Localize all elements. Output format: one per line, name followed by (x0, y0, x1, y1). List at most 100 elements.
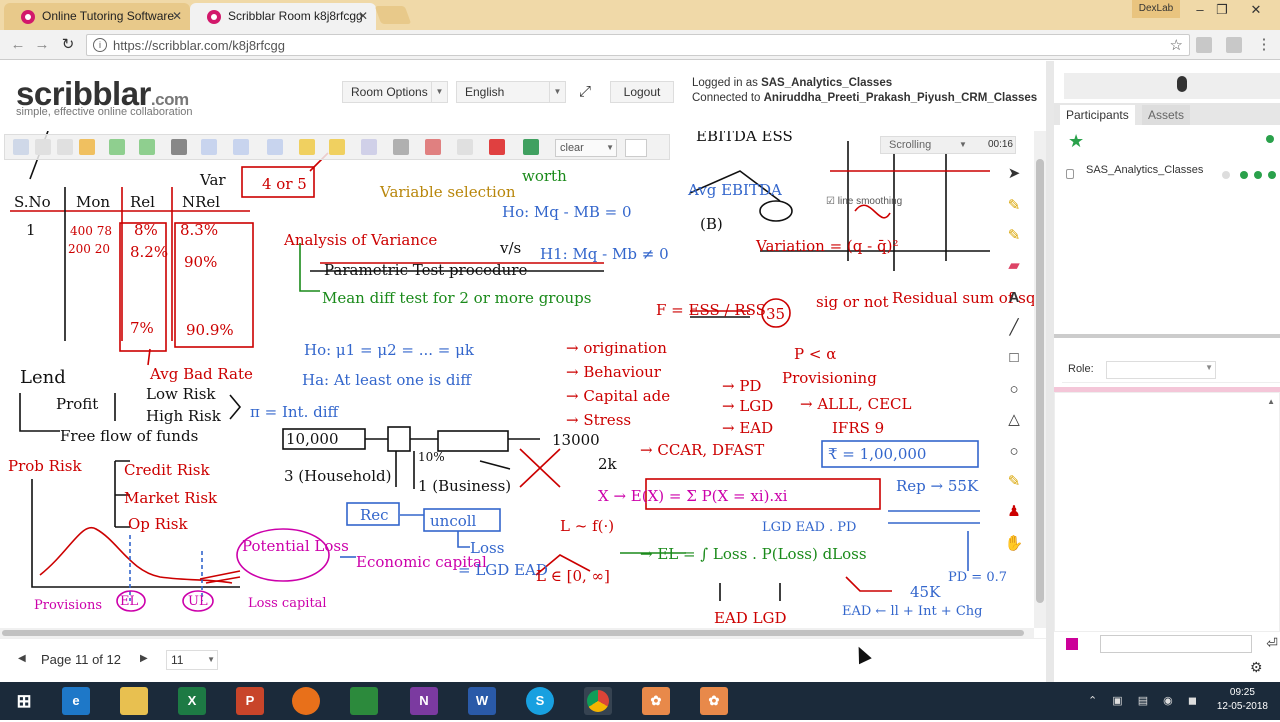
wb-market-risk: Market Risk (124, 489, 218, 507)
excel-icon[interactable]: X (178, 687, 206, 715)
line-smoothing-toggle[interactable]: ☑ line smoothing (826, 196, 902, 207)
panel-resize-handle[interactable] (1054, 334, 1280, 338)
gear-icon[interactable]: ⚙ (1250, 659, 1263, 676)
insert-image-icon[interactable] (267, 139, 283, 155)
role-row: Role: ▼ (1062, 359, 1280, 383)
previous-icon[interactable] (233, 139, 249, 155)
next-page-icon[interactable]: ▶ (140, 653, 148, 664)
word-icon[interactable]: W (468, 687, 496, 715)
document-icon[interactable] (361, 139, 377, 155)
clock[interactable]: 09:25 12-05-2018 (1217, 686, 1268, 714)
send-icon[interactable]: ⏎ (1266, 635, 1278, 652)
tab-assets[interactable]: Assets (1142, 105, 1191, 125)
reload-icon[interactable]: ↻ (58, 36, 78, 54)
canvas-vertical-scrollbar[interactable] (1034, 131, 1046, 628)
print-icon[interactable] (393, 139, 409, 155)
tab-participants[interactable]: Participants (1060, 105, 1135, 125)
tab-online-tutoring[interactable]: Online Tutoring Software ✕ (4, 3, 190, 30)
select-tool-icon[interactable] (13, 139, 29, 155)
arrow-select-icon[interactable]: ➤ (1004, 164, 1024, 184)
start-icon[interactable]: ⊞ (10, 687, 38, 715)
tool-column: ➤ ✎ ✎ ▰ A ╱ □ ○ △ ○ ✎ ♟ ✋ (999, 160, 1029, 560)
lock-icon[interactable] (299, 139, 315, 155)
close-window-icon[interactable]: ✕ (1242, 2, 1270, 22)
app-icon[interactable]: ✿ (642, 687, 670, 715)
scroll-thumb[interactable] (1036, 159, 1044, 603)
rectangle-tool-icon[interactable]: □ (1004, 348, 1024, 368)
close-tab-icon[interactable]: ✕ (358, 9, 368, 23)
formula-icon[interactable] (457, 139, 473, 155)
undo-icon[interactable] (109, 139, 125, 155)
highlighter-icon[interactable]: ✎ (1004, 226, 1024, 246)
previous-page-icon[interactable]: ◀ (18, 653, 26, 664)
file-explorer-icon[interactable] (120, 687, 148, 715)
eraser-icon[interactable]: ▰ (1004, 256, 1024, 276)
forward-icon[interactable]: → (32, 36, 52, 54)
internet-explorer-icon[interactable]: e (62, 687, 90, 715)
skype-icon[interactable]: S (526, 687, 554, 715)
info-icon[interactable]: i (93, 38, 107, 52)
unlock-icon[interactable] (329, 139, 345, 155)
app-icon[interactable]: ✿ (700, 687, 728, 715)
chat-log[interactable]: ▲ (1054, 392, 1280, 632)
bookmark-star-icon[interactable]: ☆ (1170, 36, 1183, 54)
folder-icon[interactable] (79, 139, 95, 155)
back-icon[interactable]: ← (8, 36, 28, 54)
restore-icon[interactable]: ❐ (1208, 2, 1236, 22)
line-tool-icon[interactable]: ╱ (1004, 318, 1024, 338)
circle-tool-icon[interactable]: ○ (1004, 380, 1024, 400)
video-icon[interactable] (1222, 171, 1230, 179)
chat-input[interactable] (1100, 635, 1252, 653)
stamp-icon[interactable] (489, 139, 505, 155)
menu-icon[interactable]: ⋮ (1254, 36, 1274, 54)
store-icon[interactable] (350, 687, 378, 715)
paste-icon[interactable] (57, 139, 73, 155)
delete-icon[interactable] (171, 139, 187, 155)
upload-icon[interactable] (201, 139, 217, 155)
page-select[interactable]: 11 ▼ (166, 650, 218, 670)
extension-icon[interactable] (1226, 37, 1242, 53)
new-tab-button[interactable] (374, 6, 412, 24)
onenote-icon[interactable]: N (410, 687, 438, 715)
text-tool-icon[interactable]: A (1004, 288, 1024, 308)
color-picker[interactable] (625, 139, 647, 157)
fill-tool-icon[interactable]: ✎ (1004, 472, 1024, 492)
participant-row[interactable]: SAS_Analytics_Classes (1062, 163, 1276, 191)
logout-button[interactable]: Logout (610, 81, 674, 103)
clear-dropdown[interactable]: clear ▼ (555, 139, 617, 157)
close-tab-icon[interactable]: ✕ (172, 9, 182, 23)
extension-icon[interactable] (1196, 37, 1212, 53)
firefox-icon[interactable] (292, 687, 320, 715)
scroll-thumb[interactable] (2, 630, 1024, 636)
canvas-horizontal-scrollbar[interactable] (0, 628, 1034, 638)
copy-icon[interactable] (35, 139, 51, 155)
mic-permission-icon[interactable] (1268, 171, 1276, 179)
fullscreen-icon[interactable]: ⤢ (576, 83, 594, 101)
pencil-icon[interactable]: ✎ (1004, 196, 1024, 216)
profile-badge[interactable]: DexLab (1132, 0, 1180, 18)
pointer-icon[interactable] (523, 139, 539, 155)
redo-icon[interactable] (139, 139, 155, 155)
chrome-icon[interactable] (584, 687, 612, 715)
ellipse-tool-icon[interactable]: ○ (1004, 442, 1024, 462)
hand-tool-icon[interactable]: ✋ (1004, 534, 1024, 554)
system-tray[interactable]: ⌃ ▣ ▤ ◉ ◼ (1088, 694, 1203, 707)
draw-permission-icon[interactable] (1240, 171, 1248, 179)
chat-color-swatch[interactable] (1066, 638, 1078, 650)
stamp-tool-icon[interactable]: ♟ (1004, 502, 1024, 522)
room-options-dropdown[interactable]: Room Options ▼ (342, 81, 448, 103)
scrolling-dropdown[interactable]: Scrolling ▼ 00:16 (880, 136, 1016, 154)
audio-bar[interactable] (1064, 73, 1280, 99)
triangle-tool-icon[interactable]: △ (1004, 410, 1024, 430)
language-dropdown[interactable]: English ▼ (456, 81, 566, 103)
pdf-icon[interactable] (425, 139, 441, 155)
chat-permission-icon[interactable] (1254, 171, 1262, 179)
powerpoint-icon[interactable]: P (236, 687, 264, 715)
address-bar[interactable]: i https://scribblar.com/k8j8rfcgg ☆ (86, 34, 1190, 56)
role-select[interactable]: ▼ (1106, 361, 1216, 379)
collapse-icon[interactable]: ▲ (1267, 397, 1275, 406)
microphone-icon[interactable] (1177, 76, 1187, 92)
tab-scribblar-room[interactable]: Scribblar Room k8j8rfcgg ✕ (190, 3, 376, 30)
page-select-value: 11 (171, 653, 184, 667)
scribblar-favicon-icon (21, 10, 35, 24)
